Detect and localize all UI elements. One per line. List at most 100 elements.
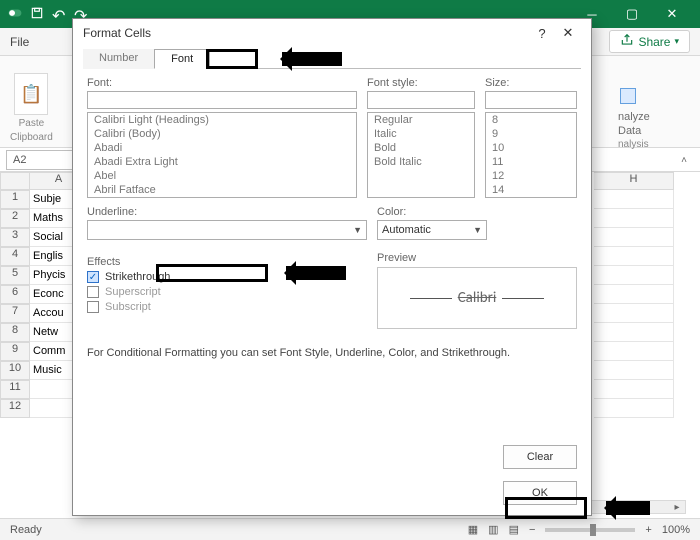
format-cells-dialog: Format Cells ? ✕ Number Font Font: Calib…	[72, 18, 592, 516]
scroll-right-icon[interactable]: ▸	[669, 501, 685, 513]
view-pagebreak-icon[interactable]: ▤	[509, 523, 519, 536]
status-bar: Ready ▦ ▥ ▤ − + 100%	[0, 518, 700, 540]
list-item[interactable]: Abril Fatface	[88, 183, 356, 197]
strikethrough-checkbox[interactable]: ✓ Strikethrough	[87, 271, 367, 283]
list-item[interactable]: 10	[486, 141, 576, 155]
autosave-toggle[interactable]	[8, 6, 24, 22]
preview-box: Calibri	[377, 267, 577, 329]
list-item[interactable]: 9	[486, 127, 576, 141]
zoom-in-icon[interactable]: +	[645, 524, 651, 536]
status-ready: Ready	[10, 524, 42, 536]
list-item[interactable]: 14	[486, 183, 576, 197]
row-header[interactable]: 11	[0, 380, 30, 399]
view-pagelayout-icon[interactable]: ▥	[488, 523, 498, 536]
preview-rule-left	[410, 298, 452, 299]
tab-font[interactable]: Font	[154, 49, 210, 69]
list-item[interactable]: Italic	[368, 127, 474, 141]
row-header[interactable]: 1	[0, 190, 30, 209]
zoom-out-icon[interactable]: −	[529, 524, 535, 536]
row-header[interactable]: 8	[0, 323, 30, 342]
row-header[interactable]: 12	[0, 399, 30, 418]
list-item[interactable]: Abel	[88, 169, 356, 183]
cell[interactable]	[594, 247, 674, 266]
select-all-corner[interactable]	[0, 172, 30, 190]
list-item[interactable]: Regular	[368, 113, 474, 127]
ribbon-collapse-icon[interactable]: ˄	[676, 152, 692, 168]
save-icon[interactable]	[30, 6, 46, 22]
list-item[interactable]: Bold	[368, 141, 474, 155]
dialog-close-button[interactable]: ✕	[555, 22, 581, 44]
font-style-listbox[interactable]: RegularItalicBoldBold Italic	[367, 112, 475, 198]
color-combo[interactable]: Automatic ▼	[377, 220, 487, 240]
window-maximize-button[interactable]: ▢	[612, 0, 652, 28]
checkbox-icon	[87, 286, 99, 298]
chevron-down-icon: ▾	[674, 36, 679, 47]
row-header[interactable]: 10	[0, 361, 30, 380]
underline-combo[interactable]: ▼	[87, 220, 367, 240]
cell[interactable]	[594, 342, 674, 361]
checkbox-icon	[87, 301, 99, 313]
zoom-slider[interactable]	[545, 528, 635, 532]
size-label: Size:	[485, 77, 577, 89]
row-header[interactable]: 7	[0, 304, 30, 323]
font-listbox[interactable]: Calibri Light (Headings)Calibri (Body)Ab…	[87, 112, 357, 198]
row-header[interactable]: 5	[0, 266, 30, 285]
clear-button[interactable]: Clear	[503, 445, 577, 469]
analysis-group-label: nalysis	[618, 138, 649, 152]
size-input[interactable]	[485, 91, 577, 109]
preview-label: Preview	[377, 252, 577, 264]
cell[interactable]	[594, 323, 674, 342]
undo-icon[interactable]: ↶	[52, 6, 68, 22]
preview-text: Calibri	[458, 289, 497, 307]
analyze-label-2: Data	[618, 124, 688, 138]
list-item[interactable]: 12	[486, 169, 576, 183]
analyze-icon	[618, 97, 638, 109]
chevron-down-icon: ▼	[353, 225, 362, 235]
tab-number[interactable]: Number	[83, 49, 154, 69]
clipboard-group-label: Clipboard	[10, 132, 53, 143]
font-input[interactable]	[87, 91, 357, 109]
cell[interactable]	[594, 304, 674, 323]
color-value: Automatic	[382, 224, 431, 236]
list-item[interactable]: Calibri (Body)	[88, 127, 356, 141]
cell[interactable]	[594, 361, 674, 380]
chevron-down-icon: ▼	[473, 225, 482, 235]
paste-button[interactable]: 📋	[14, 73, 48, 115]
row-header[interactable]: 6	[0, 285, 30, 304]
share-button[interactable]: Share ▾	[609, 30, 690, 53]
menu-file[interactable]: File	[10, 35, 29, 49]
subscript-checkbox[interactable]: Subscript	[87, 301, 367, 313]
view-normal-icon[interactable]: ▦	[468, 523, 478, 536]
preview-rule-right	[502, 298, 544, 299]
list-item[interactable]: Abadi Extra Light	[88, 155, 356, 169]
cell[interactable]	[594, 399, 674, 418]
dialog-tabs: Number Font	[83, 49, 581, 69]
list-item[interactable]: Calibri Light (Headings)	[88, 113, 356, 127]
dialog-help-button[interactable]: ?	[529, 22, 555, 44]
share-icon	[620, 33, 634, 50]
font-style-input[interactable]	[367, 91, 475, 109]
cell[interactable]	[594, 380, 674, 399]
list-item[interactable]: Bold Italic	[368, 155, 474, 169]
size-listbox[interactable]: 8910111214	[485, 112, 577, 198]
window-close-button[interactable]: ✕	[652, 0, 692, 28]
ok-button[interactable]: OK	[503, 481, 577, 505]
superscript-checkbox[interactable]: Superscript	[87, 286, 367, 298]
dialog-title: Format Cells	[83, 26, 151, 40]
row-header[interactable]: 4	[0, 247, 30, 266]
col-header-h[interactable]: H	[594, 172, 674, 190]
zoom-percent[interactable]: 100%	[662, 524, 690, 536]
cell[interactable]	[594, 266, 674, 285]
cell[interactable]	[594, 228, 674, 247]
analyze-label-1: nalyze	[618, 110, 688, 124]
list-item[interactable]: 8	[486, 113, 576, 127]
list-item[interactable]: Abadi	[88, 141, 356, 155]
cell[interactable]	[594, 285, 674, 304]
row-header[interactable]: 2	[0, 209, 30, 228]
row-header[interactable]: 9	[0, 342, 30, 361]
dialog-titlebar: Format Cells ? ✕	[73, 19, 591, 47]
cell[interactable]	[594, 209, 674, 228]
row-header[interactable]: 3	[0, 228, 30, 247]
cell[interactable]	[594, 190, 674, 209]
list-item[interactable]: 11	[486, 155, 576, 169]
